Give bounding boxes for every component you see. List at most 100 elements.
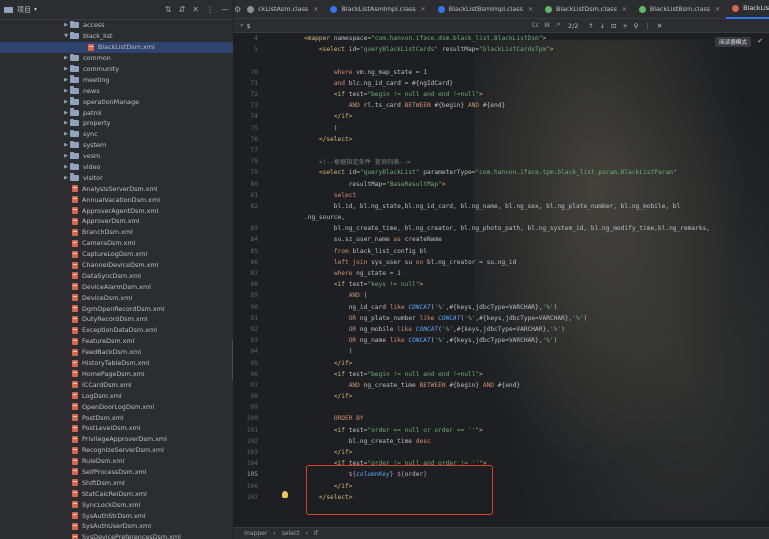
breadcrumb-item[interactable]: if [314,530,318,537]
tree-file[interactable]: ICCardDsm.xml [0,379,233,390]
lightbulb-icon[interactable] [282,491,288,498]
tree-file[interactable]: RecognizeServerDsm.xml [0,445,233,456]
tree-file[interactable]: SyncLockDsm.xml [0,499,233,510]
tree-folder[interactable]: ▶ news [0,85,233,96]
tree-file[interactable]: ChannelDeviceDsm.xml [0,260,233,271]
dropdown-icon[interactable]: ▾ [34,6,37,13]
code-line[interactable]: 79 <select id="queryBlackList" parameter… [234,167,769,178]
tree-file[interactable]: BlackListDsm.xml [0,41,233,53]
tree-file[interactable]: FeatureDsm.xml [0,336,233,347]
tree-file[interactable]: PostLevelDsm.xml [0,423,233,434]
expand-arrow-icon[interactable]: ▶ [62,77,70,83]
code-line[interactable]: 94 ) [234,346,769,357]
tree-file[interactable]: BranchDsm.xml [0,227,233,238]
tree-file[interactable]: DataSyncDsm.xml [0,270,233,281]
expand-arrow-icon[interactable]: ▶ [62,55,70,61]
code-line[interactable]: 71 and blc.ng_id_card = #{ngIdCard} [234,78,769,89]
tree-folder[interactable]: ▶ vesm [0,151,233,162]
code-line[interactable]: 95 </if> [234,357,769,368]
code-line[interactable]: 88 <if test="keys != null"> [234,279,769,290]
code-line[interactable]: 70 where vm.ng_map_state = 1 [234,67,769,78]
code-line[interactable]: 75 ) [234,123,769,134]
tree-folder[interactable]: ▶ property [0,118,233,129]
tree-file[interactable]: SelfProcessDsm.xml [0,467,233,478]
tree-file[interactable]: CaptureLogDsm.xml [0,249,233,260]
code-line[interactable]: 102 bl.ng_create_time desc [234,436,769,447]
add-occurrence-icon[interactable]: + [622,22,627,30]
next-match-icon[interactable]: ↓ [600,22,605,30]
code-line[interactable]: 78 <!--根据指定条件 查询列表--> [234,156,769,167]
tree-file[interactable]: HistoryTableDsm.xml [0,358,233,369]
close-find-icon[interactable]: ✕ [657,22,662,30]
editor-tab[interactable]: BlackListBsm.class ✕ [633,0,726,19]
check-icon[interactable]: ✔ [757,37,763,45]
collapse-all-icon[interactable]: ⇅ [165,5,172,14]
filter-icon[interactable]: ⚲ [634,22,639,30]
tree-folder[interactable]: ▶ system [0,140,233,151]
tree-folder[interactable]: ▶ common [0,53,233,64]
code-line[interactable]: 93 OR ng_name like CONCAT('%',#{keys,jdb… [234,335,769,346]
editor-tab[interactable]: BlackListAsmImpl.class ✕ [324,0,431,19]
match-case-toggle[interactable]: Cc [532,22,540,29]
tree-file[interactable]: CameraDsm.xml [0,238,233,249]
editor-tab[interactable]: BlackListBsmImpl.class ✕ [432,0,539,19]
regex-toggle[interactable]: .* [555,22,560,29]
code-line[interactable]: 89 AND ( [234,290,769,301]
editor-tab[interactable]: BlackListDsm.xml✕ [726,0,769,19]
expand-arrow-icon[interactable]: ▶ [62,99,70,105]
tree-folder[interactable]: ▼ black_list [0,31,233,42]
hide-panel-icon[interactable]: — [221,5,229,14]
code-line[interactable]: 73 AND rl.ts_card BETWEEN #{begin} AND #… [234,100,769,111]
code-line[interactable]: 77 [234,145,769,156]
tree-file[interactable]: PrivilegeApproverDsm.xml [0,434,233,445]
tree-file[interactable]: SysAuthStrDsm.xml [0,510,233,521]
expand-arrow-icon[interactable]: ▶ [62,142,70,148]
code-line[interactable]: 76 </select> [234,134,769,145]
gear-icon[interactable]: ⚙ [234,5,241,14]
find-in-selection-icon[interactable]: ⊡ [611,22,616,30]
code-line[interactable]: 105 ${columnKey} ${order} [234,469,769,480]
tree-file[interactable]: ExceptionDataDsm.xml [0,325,233,336]
code-line[interactable]: 74 </if> [234,111,769,122]
code-editor[interactable]: 4 <mapper namespace="com.hanvon.iface.dsm… [234,33,769,525]
tree-file[interactable]: ApproverDsm.xml [0,216,233,227]
tree-folder[interactable]: ▶ access [0,20,233,31]
expand-arrow-icon[interactable]: ▶ [62,22,70,28]
expand-arrow-icon[interactable]: ▶ [62,175,70,181]
code-line[interactable]: 99 [234,402,769,413]
code-line[interactable]: 85 from black_list_config bl [234,246,769,257]
expand-arrow-icon[interactable]: ▶ [62,110,70,116]
reader-mode-button[interactable]: 阅读器模式 [715,37,751,47]
breadcrumb-item[interactable]: select [282,530,300,537]
tree-file[interactable]: DeviceAlarmDsm.xml [0,281,233,292]
code-line[interactable]: 72 <if test="begin != null and end !=nul… [234,89,769,100]
tree-file[interactable]: StatCalcRelDsm.xml [0,488,233,499]
expand-arrow-icon[interactable]: ▶ [62,153,70,159]
code-line[interactable]: 83 bl.ng_create_time, bl.ng_creator, bl.… [234,223,769,234]
project-title[interactable]: 项目 [17,5,31,15]
tree-file[interactable]: FeedBackDsm.xml [0,347,233,358]
code-line[interactable]: .ng_source, [234,212,769,223]
search-input[interactable]: $ [247,22,251,30]
code-line[interactable]: 87 where ng_state = 1 [234,268,769,279]
tree-file[interactable]: LogDsm.xml [0,390,233,401]
tree-folder[interactable]: ▶ community [0,64,233,75]
code-line[interactable]: 96 <if test="begin != null and end !=nul… [234,369,769,380]
editor-tab[interactable]: ckListAsm.class ✕ [241,0,324,19]
tree-file[interactable]: PostDsm.xml [0,412,233,423]
code-line[interactable]: 103 </if> [234,447,769,458]
editor-tab[interactable]: BlackListDsm.class ✕ [539,0,633,19]
close-tab-icon[interactable]: ✕ [622,6,627,13]
tree-folder[interactable]: ▶ patrol [0,107,233,118]
tree-folder[interactable]: ▶ video [0,162,233,173]
close-panel-icon[interactable]: ✕ [192,5,199,14]
code-line[interactable]: 81 select [234,190,769,201]
expand-arrow-icon[interactable]: ▶ [62,88,70,94]
expand-arrow-icon[interactable]: ▶ [62,164,70,170]
tree-folder[interactable]: ▶ meeting [0,74,233,85]
code-line[interactable]: 82 bl.id, bl.ng_state,bl.ng_id_card, bl.… [234,201,769,212]
code-line[interactable]: 4 <mapper namespace="com.hanvon.iface.dsm… [234,33,769,44]
tree-file[interactable]: ShiftDsm.xml [0,477,233,488]
expand-arrow-icon[interactable]: ▶ [62,131,70,137]
code-line[interactable] [234,55,769,66]
